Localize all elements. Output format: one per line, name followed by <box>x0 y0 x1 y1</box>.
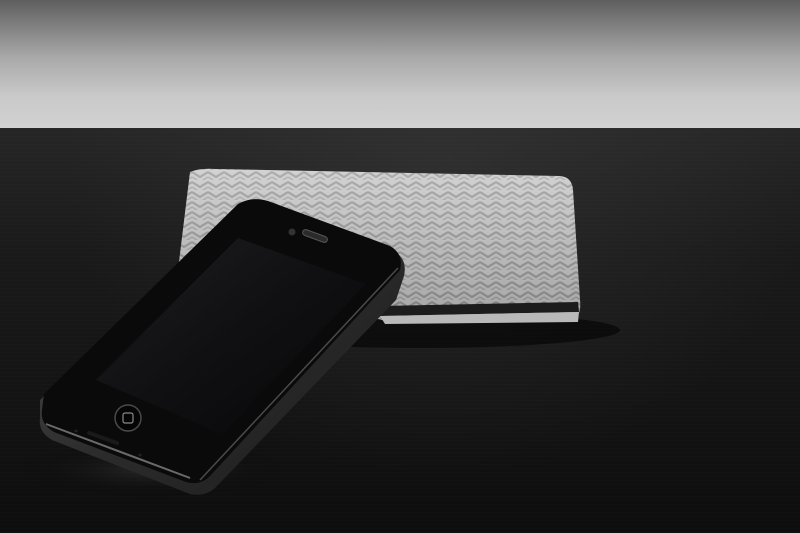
photo-scene <box>0 0 800 533</box>
home-button-icon <box>114 404 142 432</box>
front-camera-icon <box>288 228 296 236</box>
objects-layer <box>10 168 620 498</box>
phone <box>39 199 405 495</box>
